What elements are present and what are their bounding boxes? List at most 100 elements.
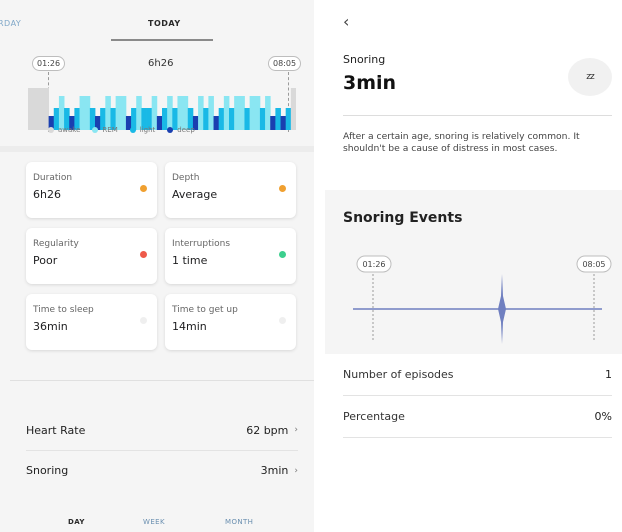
stat-label: Number of episodes [343,368,454,381]
status-dot [140,251,147,258]
metric-card-time-to-get-up[interactable]: Time to get up 14min [165,294,296,350]
hypnogram-segment [259,108,266,130]
events-end-time: 08:05 [582,260,605,269]
stat-value: 1 [605,368,612,381]
hypnogram-segment [43,88,50,130]
tab-week[interactable]: WEEK [143,518,165,526]
tab-active-indicator [111,39,213,41]
snoring-stats: Number of episodes 1 Percentage 0% [343,354,612,438]
back-arrow-icon[interactable]: ‹ [343,12,349,31]
sleep-start-time: 01:26 [32,56,66,71]
row-value-group: 3min › [261,464,298,477]
metric-label: Duration [33,173,73,183]
sleep-day-panel: RDAY TODAY 01:26 6h26 08:05 awake REM li… [0,0,314,532]
tab-today[interactable]: TODAY [148,19,181,28]
hypnogram-segment [285,108,292,130]
hypnogram-segment [115,96,122,130]
hypnogram-segment [265,96,271,130]
tab-yesterday[interactable]: RDAY [0,19,21,28]
legend-light-label: light [139,126,156,134]
hypnogram-segment [218,108,225,130]
hypnogram-segment [280,116,287,130]
hypnogram-segment [38,88,44,130]
legend-light-dot [129,127,136,133]
hypnogram-segment [151,96,158,130]
hypnogram-segment [120,96,127,130]
metric-value: 6h26 [33,188,61,201]
legend-deep-dot [167,127,174,133]
legend-awake-label: awake [58,126,81,134]
heart-rate-row[interactable]: Heart Rate 62 bpm › [26,410,298,450]
metric-label: Time to get up [172,305,238,315]
legend-light: light [129,126,156,134]
legend-awake: awake [48,126,80,134]
day-selector: RDAY TODAY [0,0,314,42]
snoring-row[interactable]: Snoring 3min › [26,450,298,490]
hypnogram-segment [79,96,86,130]
metric-card-duration[interactable]: Duration 6h26 [26,162,157,218]
hypnogram-segment [28,88,34,130]
hypnogram-segment [249,96,256,130]
metric-value: 14min [172,320,207,333]
hypnogram-segment [290,88,296,130]
snoring-events-chart: Snoring Events 01:26 08:05 [325,190,622,354]
metric-value: 36min [33,320,68,333]
legend-rem: REM [92,126,118,134]
tab-day[interactable]: DAY [68,518,85,526]
status-dot [279,317,286,324]
status-dot [279,185,286,192]
hypnogram-segment [198,96,204,130]
metric-value: Poor [33,254,58,267]
metric-card-depth[interactable]: Depth Average [165,162,296,218]
row-label: Heart Rate [26,423,86,437]
status-dot [140,317,147,324]
status-dot [140,185,147,192]
metric-card-regularity[interactable]: Regularity Poor [26,228,157,284]
stat-label: Percentage [343,410,405,423]
snoring-detail-panel: ‹ Snoring 3min zz After a certain age, s… [325,0,622,532]
hypnogram-segment [239,96,245,130]
chevron-right-icon: › [294,465,298,476]
legend-awake-dot [48,127,54,133]
metric-value: 1 time [172,254,208,267]
hypnogram-segment [182,96,189,130]
section-divider [10,380,314,381]
row-label: Snoring [26,464,69,477]
hypnogram-segment [33,88,39,130]
events-graph: 01:26 08:05 [353,255,612,344]
hypnogram-segment [234,96,240,130]
snoring-zz-icon: zz [568,58,612,96]
hypnogram-segment [208,96,214,130]
row-value-group: 62 bpm › [246,424,298,437]
snoring-event-spike [498,274,506,344]
hypnogram-segment [177,96,184,130]
header-divider [343,115,612,116]
hypnogram-segment [213,116,220,130]
hypnogram-segment [58,96,65,130]
percentage-row: Percentage 0% [343,396,612,438]
snoring-description: After a certain age, snoring is relative… [343,131,580,154]
metric-label: Depth [172,173,200,183]
section-divider [0,146,314,152]
legend-rem-dot [92,127,99,133]
hypnogram-segment [203,108,209,130]
legend-rem-label: REM [102,126,118,134]
events-start-time: 01:26 [362,260,385,269]
chevron-right-icon: › [294,425,298,435]
tab-month[interactable]: MONTH [225,518,253,526]
stat-value: 0% [594,410,612,423]
metric-label: Regularity [33,239,79,249]
metric-card-interruptions[interactable]: Interruptions 1 time [165,228,296,284]
hypnogram-segment [105,96,111,130]
legend-deep: deep [167,126,195,134]
legend-deep-label: deep [177,126,195,134]
hypnogram-segment [275,108,281,130]
hypnogram-segment [270,116,276,130]
metric-card-time-to-sleep[interactable]: Time to sleep 36min [26,294,157,350]
sleep-legend: awake REM light deep [48,126,195,134]
detail-list: Heart Rate 62 bpm › Snoring 3min › [26,410,298,490]
page-title: Snoring [343,53,386,66]
metric-label: Interruptions [172,239,231,249]
episodes-row: Number of episodes 1 [343,354,612,396]
metric-label: Time to sleep [33,305,94,315]
